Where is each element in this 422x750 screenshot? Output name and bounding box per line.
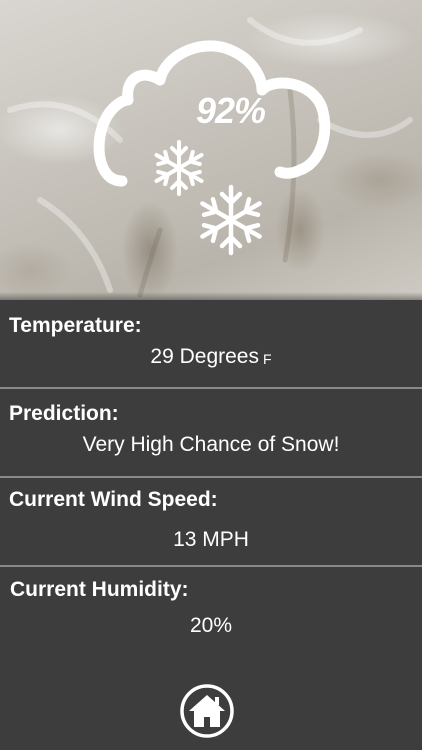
wind-label: Current Wind Speed: xyxy=(9,488,218,511)
prediction-label: Prediction: xyxy=(9,402,119,425)
temperature-section: Temperature: 29 Degrees F xyxy=(0,300,422,388)
temperature-value-row: 29 Degrees F xyxy=(0,345,422,369)
humidity-value: 20% xyxy=(189,614,233,637)
cloud-snow-icon xyxy=(7,17,413,298)
snowflake-small-icon xyxy=(154,140,204,196)
home-button[interactable] xyxy=(180,684,234,738)
hero-snow-photo: 92% xyxy=(0,0,422,300)
snowflake-large-icon xyxy=(200,184,262,256)
prediction-section: Prediction: Very High Chance of Snow! xyxy=(0,389,422,477)
wind-value: 13 MPH xyxy=(173,528,249,551)
home-icon xyxy=(180,684,234,738)
prediction-value: Very High Chance of Snow! xyxy=(82,433,340,456)
humidity-section: Current Humidity: 20% xyxy=(0,567,422,657)
precipitation-percent: 92% xyxy=(196,90,266,131)
wind-section: Current Wind Speed: 13 MPH xyxy=(0,478,422,566)
temperature-value: 29 Degrees xyxy=(150,345,259,368)
temperature-label: Temperature: xyxy=(9,314,142,337)
temperature-unit: F xyxy=(263,351,272,367)
humidity-label: Current Humidity: xyxy=(10,578,189,601)
